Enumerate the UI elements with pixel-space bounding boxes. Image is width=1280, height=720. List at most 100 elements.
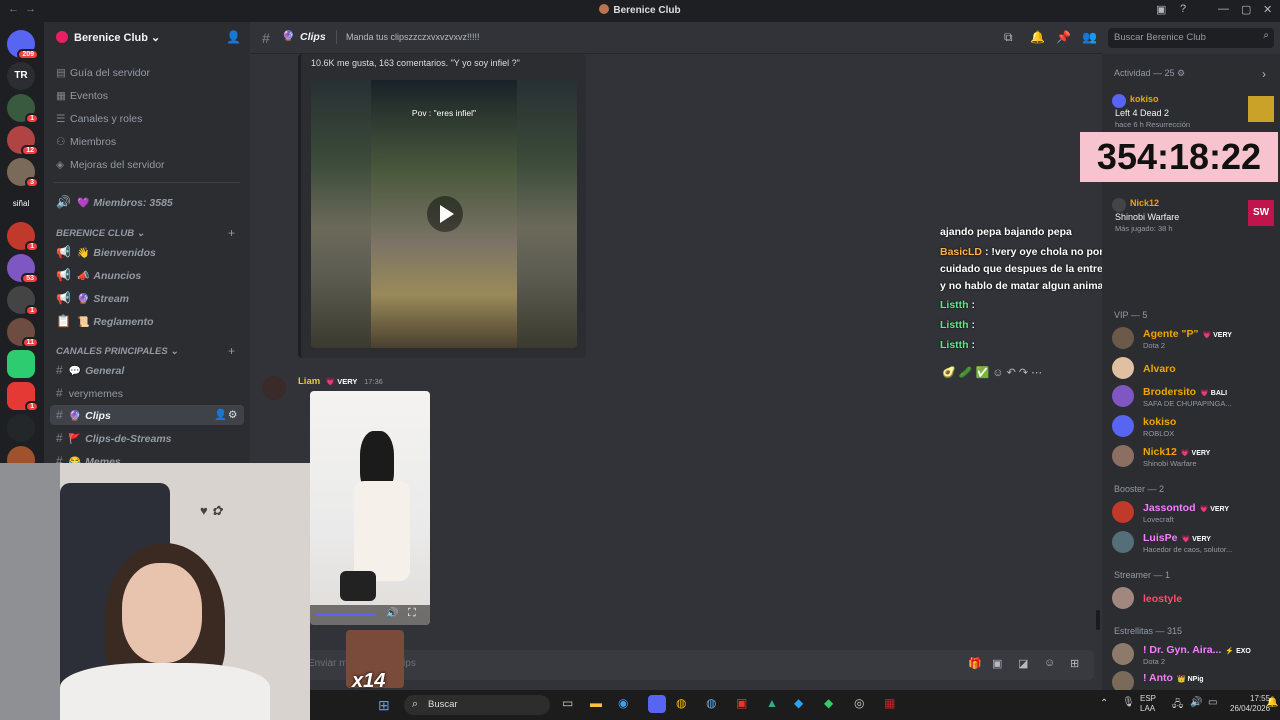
chevron-right-icon[interactable]: › [1262,67,1266,81]
reply-icon[interactable]: ↶ [1007,367,1016,379]
fullscreen-icon[interactable]: ⛶ [408,607,416,620]
channel-verymemes[interactable]: # verymemes [50,383,244,403]
server-icon[interactable] [7,350,35,378]
member-item[interactable]: ! Dr. Gyn. Aira... ⚡ EXO Dota 2 [1112,640,1272,668]
add-channel-icon[interactable]: + [228,344,235,358]
nav-events[interactable]: ▦ Eventos [56,87,108,105]
taskbar-search[interactable]: ⌕ Buscar [404,695,550,715]
server-icon[interactable]: 12 [7,126,39,156]
server-icon[interactable]: 11 [7,318,39,348]
clock[interactable]: 17:55 26/04/2026 [1230,694,1270,714]
message-author[interactable]: Liam [298,376,320,387]
gif-icon[interactable]: ▣ [992,657,1002,670]
server-header[interactable]: Berenice Club ⌄ 👤 [44,22,250,54]
nav-server-guide[interactable]: ▤ Guía del servidor [56,64,150,82]
avatar[interactable] [262,376,286,400]
category-canales-principales[interactable]: CANALES PRINCIPALES ⌄ + [56,344,235,358]
notification-icon[interactable]: 🔔 [1266,697,1278,708]
network-icon[interactable]: 🖧 [1172,697,1183,714]
channel-reglamento[interactable]: 📋 📜 Reglamento [50,311,244,331]
member-item[interactable]: ! Anto 👑 NPig [1112,668,1272,693]
help-icon[interactable]: ? [1180,3,1186,15]
reaction-icon[interactable]: ✅ [976,367,990,379]
discord-icon[interactable] [648,695,666,713]
close-button[interactable]: ✕ [1263,3,1272,16]
app-icon[interactable]: ▦ [884,696,895,710]
scrollbar[interactable] [1096,610,1100,630]
activity-card[interactable]: kokiso Left 4 Dead 2 hace 6 h Resurrecci… [1112,92,1274,132]
volume-icon[interactable]: 🔊 [386,608,398,619]
apps-icon[interactable]: ⊞ [1070,657,1079,670]
members-icon[interactable]: 👥 [1082,30,1097,44]
file-explorer-icon[interactable]: ▬ [590,696,602,710]
server-icon[interactable]: 1 [7,222,39,252]
more-icon[interactable]: ⋯ [1031,367,1042,379]
channel-anuncios[interactable]: 📢 📣 Anuncios [50,265,244,285]
member-item[interactable]: leostyle [1112,584,1272,612]
channel-clips-de-streams[interactable]: # 🚩 Clips-de-Streams [50,428,244,448]
vscode-icon[interactable]: ◆ [794,696,803,710]
video-attachment[interactable]: 🔊 ⛶ [310,391,430,625]
pin-icon[interactable]: 📌 [1056,30,1071,44]
server-senal[interactable]: siñal [7,190,35,218]
play-button[interactable] [427,196,463,232]
emoji-icon[interactable]: ☺ [1044,657,1055,669]
minimize-button[interactable]: — [1218,3,1229,15]
edge-icon[interactable]: ◉ [618,696,628,710]
member-item[interactable]: Jassontod 💗 VERY Lovecraft [1112,498,1272,526]
inbox-icon[interactable]: ▣ [1156,3,1166,16]
server-icon[interactable]: 1 [7,382,39,412]
server-icon[interactable]: 53 [7,254,39,284]
app-icon[interactable]: ▲ [766,696,778,710]
app-icon[interactable]: ▣ [736,696,747,710]
nav-members[interactable]: ⚇ Miembros [56,133,116,151]
member-item[interactable]: Brodersito 💗 BALI SAFA DE CHUPAPINGA... [1112,382,1272,410]
invite-icon[interactable]: 👤 [214,405,227,425]
forward-icon[interactable]: ↷ [1019,367,1028,379]
activity-card[interactable]: Nick12 Shinobi Warfare Más jugado: 38 h … [1112,196,1274,233]
server-icon[interactable] [7,414,35,442]
server-icon[interactable]: 3 [7,158,39,188]
member-item[interactable]: Agente "P" 💗 VERY Dota 2 [1112,324,1272,352]
battery-icon[interactable]: ▭ [1208,697,1217,708]
bell-icon[interactable]: 🔔 [1030,30,1045,44]
server-icon[interactable]: 1 [7,286,39,316]
add-reaction-icon[interactable]: ☺ [992,367,1003,379]
maximize-button[interactable]: ▢ [1241,3,1251,16]
add-channel-icon[interactable]: + [228,226,235,240]
channel-stream[interactable]: 📢 🔮 Stream [50,288,244,308]
member-item[interactable]: Alvaro [1112,354,1272,382]
member-item[interactable]: kokiso ROBLOX [1112,412,1272,440]
channel-clips[interactable]: # 🔮 Clips 👤 ⚙ [50,405,244,425]
server-icon[interactable]: 1 [7,94,39,124]
chrome-icon[interactable]: ◍ [676,696,686,710]
channel-bienvenidos[interactable]: 📢 👋 Bienvenidos [50,242,244,262]
channel-miembros[interactable]: 🔊 💜 Miembros: 3585 [50,192,244,212]
member-item[interactable]: LuisPe 💗 VERY Hacedor de caos, solutor... [1112,528,1272,556]
mic-icon[interactable]: 🎙 [1122,697,1135,708]
task-view-icon[interactable]: ▭ [562,696,573,710]
obs-icon[interactable]: ◎ [854,696,864,710]
channel-general[interactable]: # 💬 General [50,360,244,380]
gear-icon[interactable]: ⚙ [228,405,237,425]
sticker-icon[interactable]: ◪ [1018,657,1028,670]
gift-icon[interactable]: 🎁 [968,657,982,670]
server-tr[interactable]: TR [7,62,35,90]
reaction-icon[interactable]: 🥒 [959,367,973,379]
volume-icon[interactable]: 🔊 [1190,697,1202,708]
nav-boosts[interactable]: ◈ Mejoras del servidor [56,156,165,174]
category-berenice-club[interactable]: BERENICE CLUB ⌄ + [56,226,235,240]
search-input[interactable]: Buscar Berenice Club ⌕ [1108,28,1274,48]
start-icon[interactable]: ⊞ [378,697,390,714]
tray-chevron-icon[interactable]: ⌃ [1100,698,1108,709]
add-user-icon[interactable]: 👤 [226,30,241,44]
message-input[interactable]: Enviar mensaje a #Clips 🎁 ▣ ◪ ☺ ⊞ [298,650,1094,680]
reaction-icon[interactable]: 🥑 [942,367,956,379]
member-item[interactable]: Nick12 💗 VERY Shinobi Warfare [1112,442,1272,470]
chrome-profile-icon[interactable]: ◍ [706,696,716,710]
dm-home-icon[interactable]: 209 [7,30,39,60]
video-embed[interactable]: Pov : "eres infiel" [311,80,577,348]
threads-icon[interactable]: ⧉ [1004,30,1013,45]
language-indicator[interactable]: ESP LAA [1140,694,1156,714]
progress-bar[interactable] [316,614,376,616]
